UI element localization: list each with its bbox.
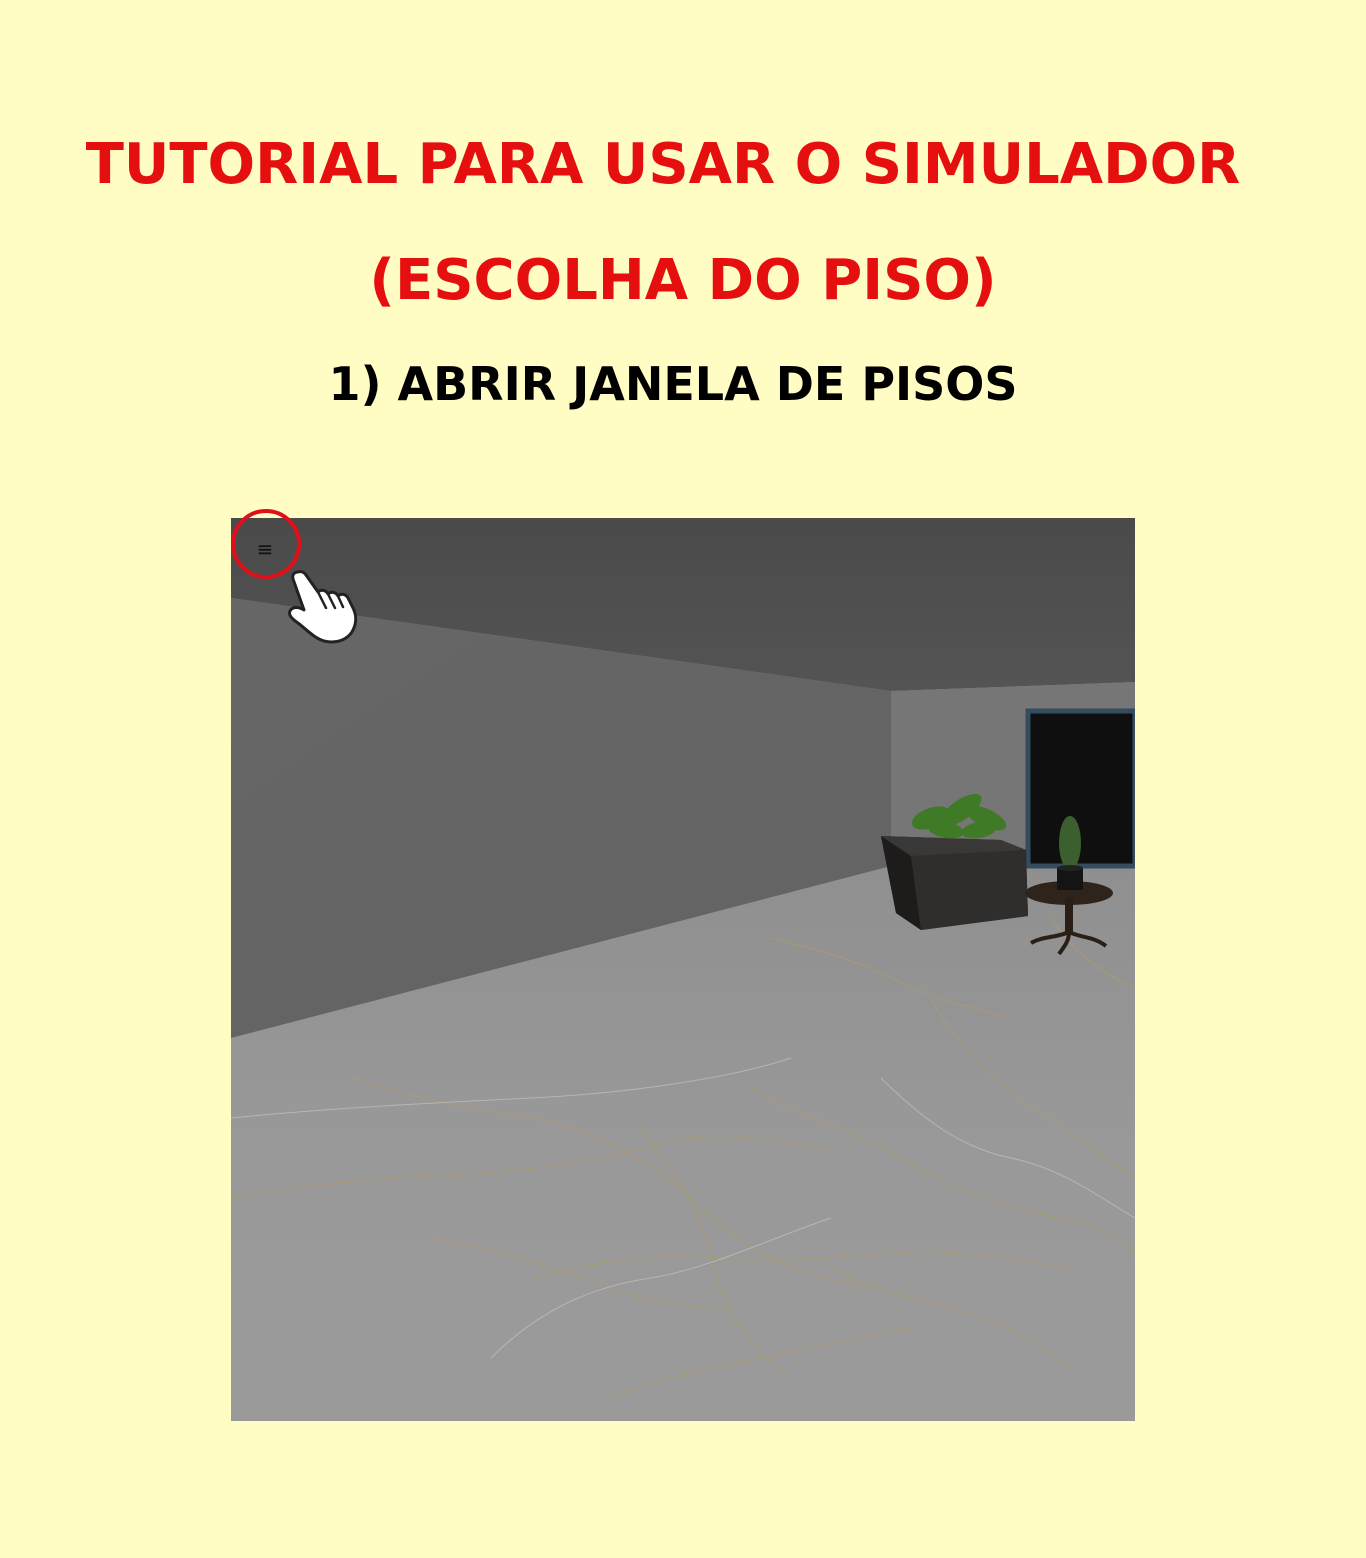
window [1025,708,1135,869]
armchair [881,836,1028,930]
simulator-viewport[interactable]: ≡ [231,518,1135,1421]
menu-button[interactable]: ≡ [231,518,299,580]
tutorial-subtitle: (ESCOLHA DO PISO) [369,248,997,313]
tutorial-title: TUTORIAL PARA USAR O SIMULADOR [85,132,1241,197]
hamburger-menu-icon[interactable]: ≡ [257,537,274,561]
step-heading: 1) ABRIR JANELA DE PISOS [328,357,1018,411]
room-scene [231,518,1135,1421]
